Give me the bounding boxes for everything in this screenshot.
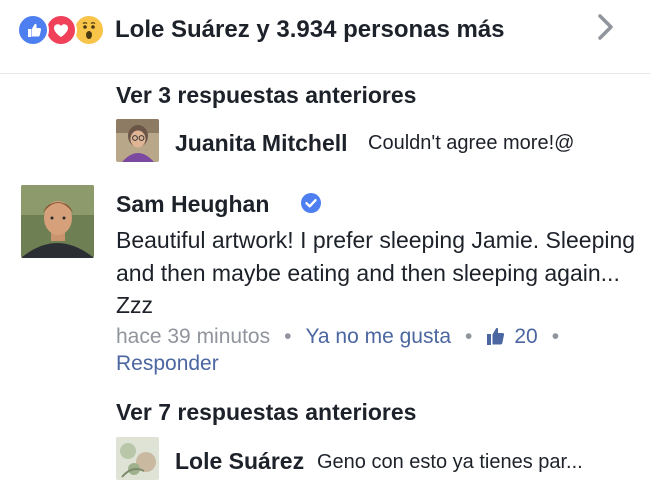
avatar[interactable]	[116, 437, 159, 480]
separator-dot: •	[284, 325, 292, 348]
separator-dot: •	[551, 325, 560, 348]
reply-author[interactable]: Juanita Mitchell	[175, 130, 348, 157]
reply-button[interactable]: Responder	[116, 352, 219, 376]
comment-text: Beautiful artwork! I prefer sleeping Jam…	[116, 227, 636, 318]
reactions-summary[interactable]: Lole Suárez y 3.934 personas más	[115, 16, 505, 44]
comment-timestamp: hace 39 minutos	[116, 325, 271, 348]
love-icon	[45, 14, 77, 46]
reply-text: Geno con esto ya tienes par...	[317, 451, 583, 473]
separator-dot: •	[465, 325, 473, 348]
thumbs-up-icon	[486, 326, 506, 352]
unlike-button[interactable]: Ya no me gusta	[305, 325, 451, 348]
reply-author[interactable]: Lole Suárez	[175, 448, 304, 475]
avatar[interactable]	[21, 185, 94, 258]
verified-badge-icon	[300, 192, 322, 214]
comment-author[interactable]: Sam Heughan	[116, 191, 269, 218]
chevron-right-icon[interactable]	[594, 12, 618, 42]
like-icon	[17, 14, 49, 46]
reactions-bar[interactable]: Lole Suárez y 3.934 personas más	[0, 0, 650, 64]
like-count[interactable]: 20	[486, 325, 538, 348]
view-previous-replies-link[interactable]: Ver 3 respuestas anteriores	[116, 82, 416, 109]
avatar[interactable]	[116, 119, 159, 162]
comment-actions: hace 39 minutos • Ya no me gusta • 20 •	[116, 325, 573, 352]
reply-text: Couldn't agree more!@	[368, 132, 575, 154]
like-count-value: 20	[514, 325, 538, 348]
view-previous-replies-link[interactable]: Ver 7 respuestas anteriores	[116, 399, 416, 426]
reaction-icons	[17, 14, 113, 46]
wow-icon	[73, 14, 105, 46]
divider	[0, 73, 650, 74]
